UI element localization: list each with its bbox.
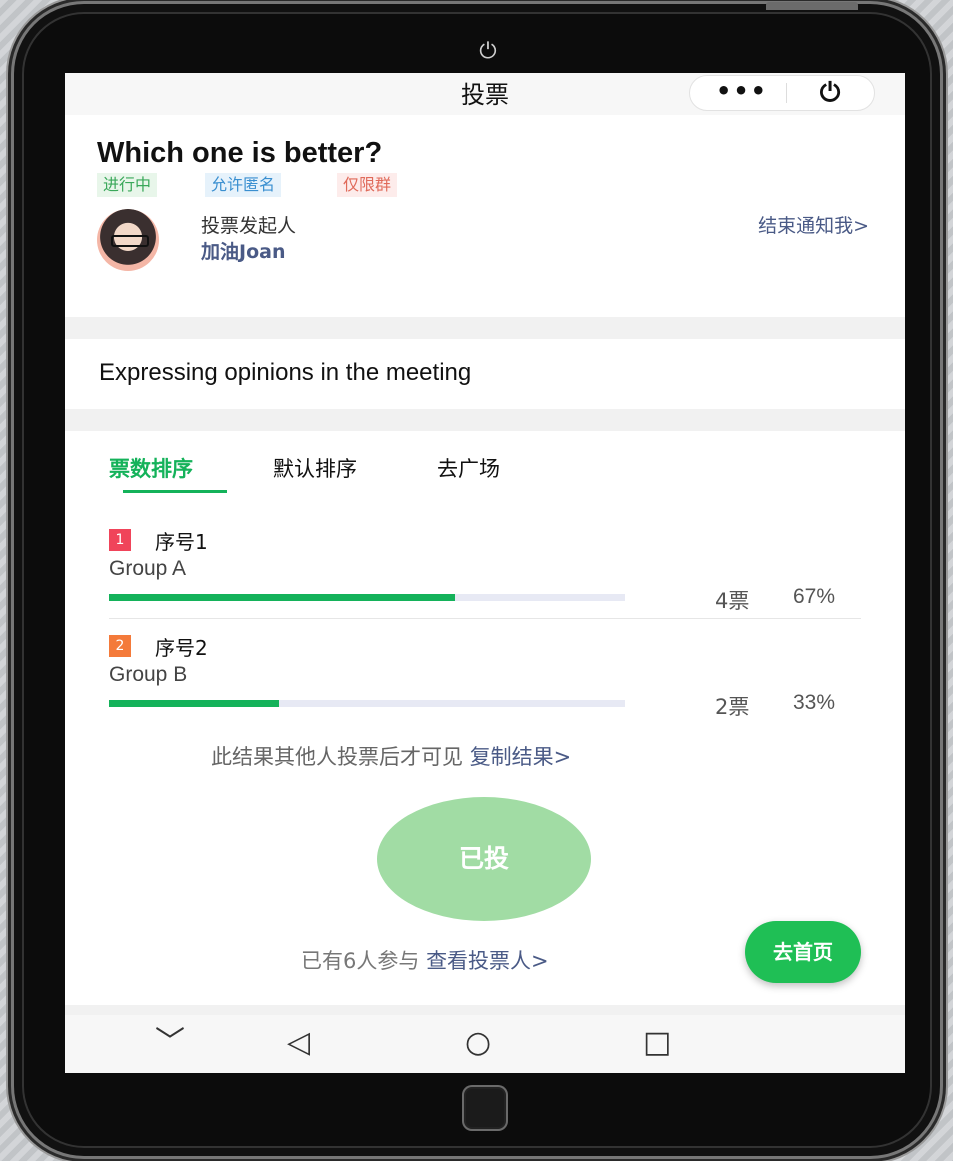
result-visibility-note: 此结果其他人投票后才可见 复制结果> xyxy=(211,741,571,771)
option-row[interactable]: 2 序号2 Group B 2票 33% xyxy=(65,635,905,741)
power-icon: ⏻ xyxy=(479,39,497,64)
rank-badge: 1 xyxy=(109,529,131,551)
tab-default-sort[interactable]: 默认排序 xyxy=(273,453,357,483)
poll-description: Expressing opinions in the meeting xyxy=(99,359,472,386)
vote-count: 4票 xyxy=(715,589,750,613)
option-name: Group A xyxy=(109,557,187,580)
group-only-tag: 仅限群 xyxy=(337,173,398,197)
tab-sort-by-votes[interactable]: 票数排序 xyxy=(109,453,193,483)
capsule-divider xyxy=(786,83,787,103)
mini-program-capsule: ••• ⏻ xyxy=(689,75,875,111)
option-divider xyxy=(109,618,861,619)
section-divider xyxy=(65,317,905,339)
recent-apps-icon[interactable]: □ xyxy=(643,1023,671,1063)
participants-count: 已有6人参与 xyxy=(301,949,420,973)
tab-plaza[interactable]: 去广场 xyxy=(437,453,500,483)
back-icon[interactable]: ◁ xyxy=(287,1023,310,1063)
sort-tabs: 票数排序 默认排序 去广场 xyxy=(65,431,905,505)
more-icon[interactable]: ••• xyxy=(712,76,772,110)
glasses-icon xyxy=(111,235,149,247)
voted-button[interactable]: 已投 xyxy=(377,797,591,921)
result-note-text: 此结果其他人投票后才可见 xyxy=(211,745,463,769)
vote-progress-fill xyxy=(109,594,455,601)
notify-on-end-link[interactable]: 结束通知我> xyxy=(758,211,869,238)
vote-count: 2票 xyxy=(715,695,750,719)
description-card: Expressing opinions in the meeting xyxy=(65,339,905,409)
option-seq: 序号1 xyxy=(155,530,208,554)
vote-progress-fill xyxy=(109,700,280,707)
initiator-name[interactable]: 加油Joan xyxy=(201,237,285,264)
vote-percent: 33% xyxy=(793,691,836,714)
hardware-top-button xyxy=(766,2,858,10)
status-tag: 进行中 xyxy=(97,173,158,197)
vote-percent: 67% xyxy=(793,585,836,608)
chevron-down-icon[interactable]: ﹀ xyxy=(155,1023,185,1063)
view-voters-link[interactable]: 查看投票人> xyxy=(426,949,549,973)
go-home-button[interactable]: 去首页 xyxy=(745,921,861,983)
poll-question: Which one is better? xyxy=(97,137,383,169)
avatar[interactable] xyxy=(97,209,159,271)
vote-progress-track xyxy=(109,700,625,707)
section-divider xyxy=(65,409,905,431)
option-name: Group B xyxy=(109,663,188,686)
vote-progress-track xyxy=(109,594,625,601)
option-seq: 序号2 xyxy=(155,636,208,660)
home-circle-icon[interactable]: ○ xyxy=(465,1023,491,1063)
app-screen: 投票 ••• ⏻ Which one is better? 进行中 允许匿名 仅… xyxy=(65,73,905,1073)
participants-info: 已有6人参与 查看投票人> xyxy=(301,945,549,975)
section-divider xyxy=(65,1005,905,1015)
rank-badge: 2 xyxy=(109,635,131,657)
hardware-home-button[interactable] xyxy=(462,1085,508,1131)
title-bar: 投票 ••• ⏻ xyxy=(65,73,905,115)
active-tab-indicator xyxy=(123,490,227,493)
initiator-label: 投票发起人 xyxy=(201,215,297,237)
copy-result-link[interactable]: 复制结果> xyxy=(470,745,572,769)
poll-header-card: Which one is better? 进行中 允许匿名 仅限群 投票发起人 … xyxy=(65,115,905,317)
android-nav-bar: ﹀ ◁ ○ □ xyxy=(65,1015,905,1073)
option-row[interactable]: 1 序号1 Group A 4票 67% xyxy=(65,529,905,635)
close-icon[interactable]: ⏻ xyxy=(800,76,860,110)
anonymous-tag: 允许匿名 xyxy=(205,173,282,197)
